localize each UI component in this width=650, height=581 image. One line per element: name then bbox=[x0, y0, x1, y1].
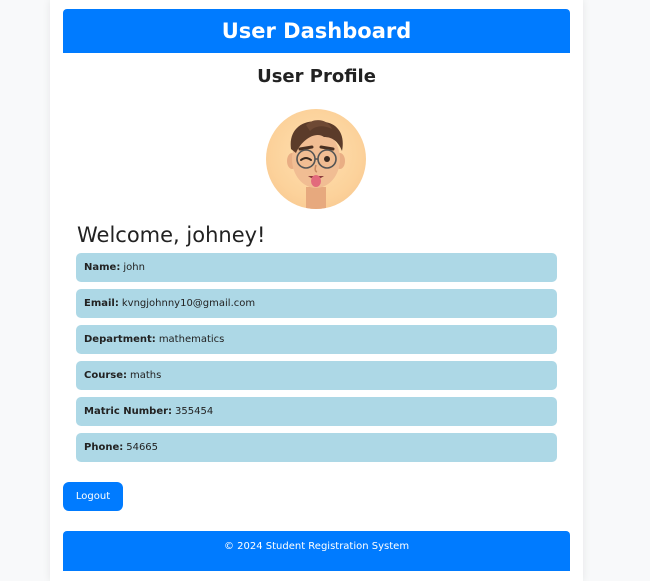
info-label: Course: bbox=[84, 370, 127, 381]
welcome-heading: Welcome, johney! bbox=[77, 223, 266, 247]
info-item-matric-number: Matric Number: 355454 bbox=[76, 397, 557, 426]
profile-info-list: Name: john Email: kvngjohnny10@gmail.com… bbox=[76, 253, 557, 469]
info-label: Phone: bbox=[84, 442, 124, 453]
info-item-name: Name: john bbox=[76, 253, 557, 282]
info-item-department: Department: mathematics bbox=[76, 325, 557, 354]
info-item-phone: Phone: 54665 bbox=[76, 433, 557, 462]
info-value: 54665 bbox=[126, 442, 159, 453]
memoji-avatar-icon bbox=[287, 120, 345, 209]
info-value: mathematics bbox=[158, 334, 225, 345]
dashboard-container: User Dashboard User Profile Welcome, joh… bbox=[50, 0, 583, 581]
info-label: Matric Number: bbox=[84, 406, 173, 417]
info-value: 355454 bbox=[175, 406, 214, 417]
info-value: kvngjohnny10@gmail.com bbox=[121, 298, 256, 309]
dashboard-title: User Dashboard bbox=[221, 19, 412, 43]
avatar bbox=[266, 109, 366, 209]
profile-title: User Profile bbox=[257, 66, 376, 87]
logout-button[interactable]: Logout bbox=[63, 482, 123, 511]
info-item-course: Course: maths bbox=[76, 361, 557, 390]
info-value: john bbox=[123, 262, 145, 273]
info-item-email: Email: kvngjohnny10@gmail.com bbox=[76, 289, 557, 318]
footer-text: © 2024 Student Registration System bbox=[223, 541, 410, 552]
info-label: Name: bbox=[84, 262, 121, 273]
info-value: maths bbox=[130, 370, 162, 381]
info-label: Department: bbox=[84, 334, 156, 345]
dashboard-header: User Dashboard bbox=[63, 9, 570, 53]
page-footer: © 2024 Student Registration System bbox=[63, 531, 570, 571]
info-label: Email: bbox=[84, 298, 119, 309]
